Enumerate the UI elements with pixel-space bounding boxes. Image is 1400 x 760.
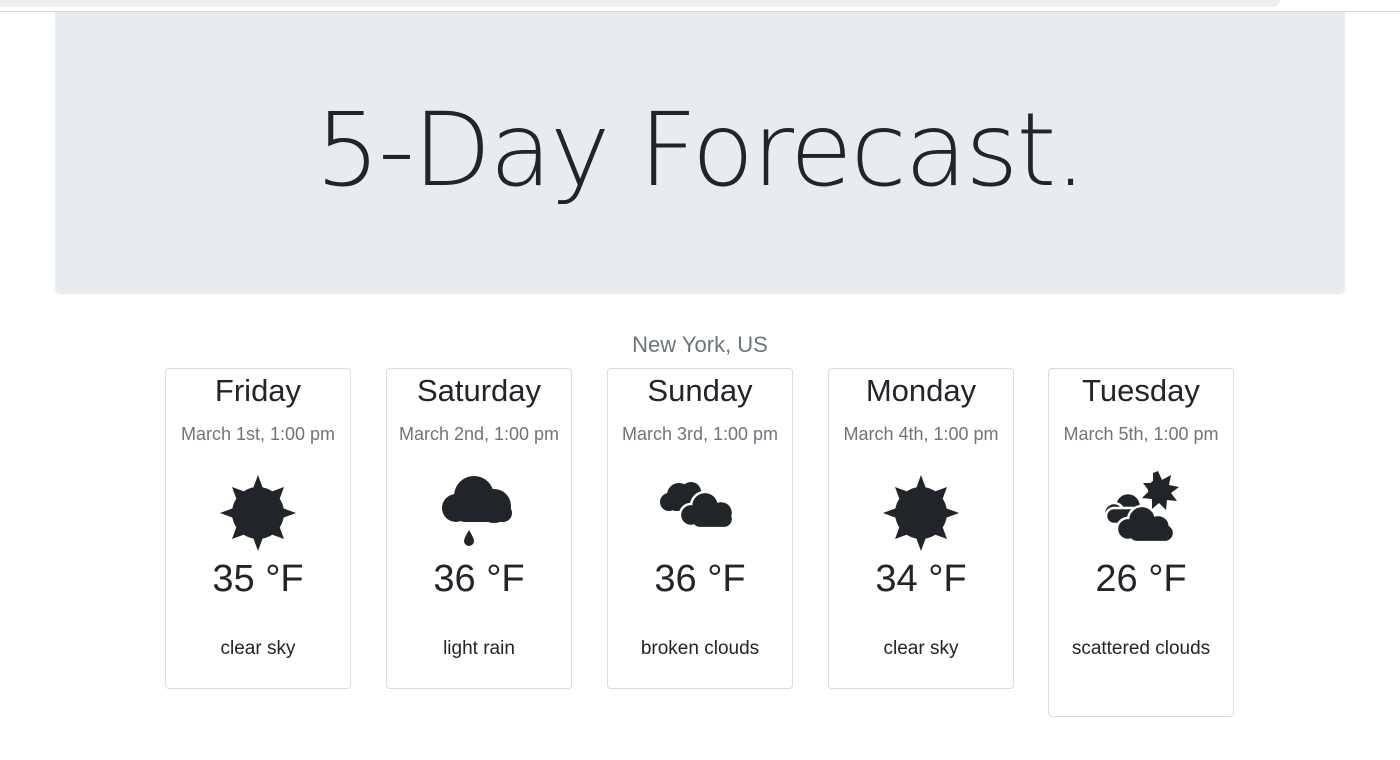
header-banner: 5-Day Forecast. (55, 12, 1345, 294)
day-name: Saturday (416, 373, 542, 408)
forecast-date: March 4th, 1:00 pm (843, 424, 999, 444)
forecast-card-sunday: Sunday March 3rd, 1:00 pm 36 °F broken c… (607, 368, 793, 689)
temperature: 26 °F (1095, 558, 1187, 600)
day-name: Friday (214, 373, 302, 408)
weather-description: scattered clouds (1071, 638, 1211, 659)
weather-description: light rain (443, 638, 515, 659)
day-name: Sunday (647, 373, 753, 408)
cloud-sun-icon (1096, 468, 1186, 558)
weather-description: clear sky (220, 638, 296, 659)
address-bar-edge (0, 0, 1280, 7)
day-name: Tuesday (1082, 373, 1200, 408)
forecast-date: March 5th, 1:00 pm (1063, 424, 1219, 444)
sun-icon (213, 468, 303, 558)
temperature: 34 °F (875, 558, 967, 600)
location-label: New York, US (632, 332, 768, 357)
forecast-date: March 2nd, 1:00 pm (398, 424, 560, 444)
temperature: 36 °F (433, 558, 525, 600)
forecast-card-monday: Monday March 4th, 1:00 pm 34 °F clear sk… (828, 368, 1014, 689)
forecast-card-friday: Friday March 1st, 1:00 pm 35 °F clear sk… (165, 368, 351, 689)
sun-icon (876, 468, 966, 558)
forecast-card-saturday: Saturday March 2nd, 1:00 pm 36 °F light … (386, 368, 572, 689)
weather-description: clear sky (883, 638, 959, 659)
clouds-icon (655, 468, 745, 558)
day-name: Monday (865, 373, 977, 408)
page-title: 5-Day Forecast. (315, 90, 1087, 210)
browser-top-bar (0, 0, 1400, 12)
weather-description: broken clouds (640, 638, 760, 659)
temperature: 35 °F (212, 558, 304, 600)
forecast-date: March 1st, 1:00 pm (180, 424, 336, 444)
temperature: 36 °F (654, 558, 746, 600)
forecast-card-tuesday: Tuesday March 5th, 1:00 pm 26 °F scatter… (1048, 368, 1234, 717)
rain-cloud-icon (434, 468, 524, 558)
forecast-date: March 3rd, 1:00 pm (621, 424, 779, 444)
